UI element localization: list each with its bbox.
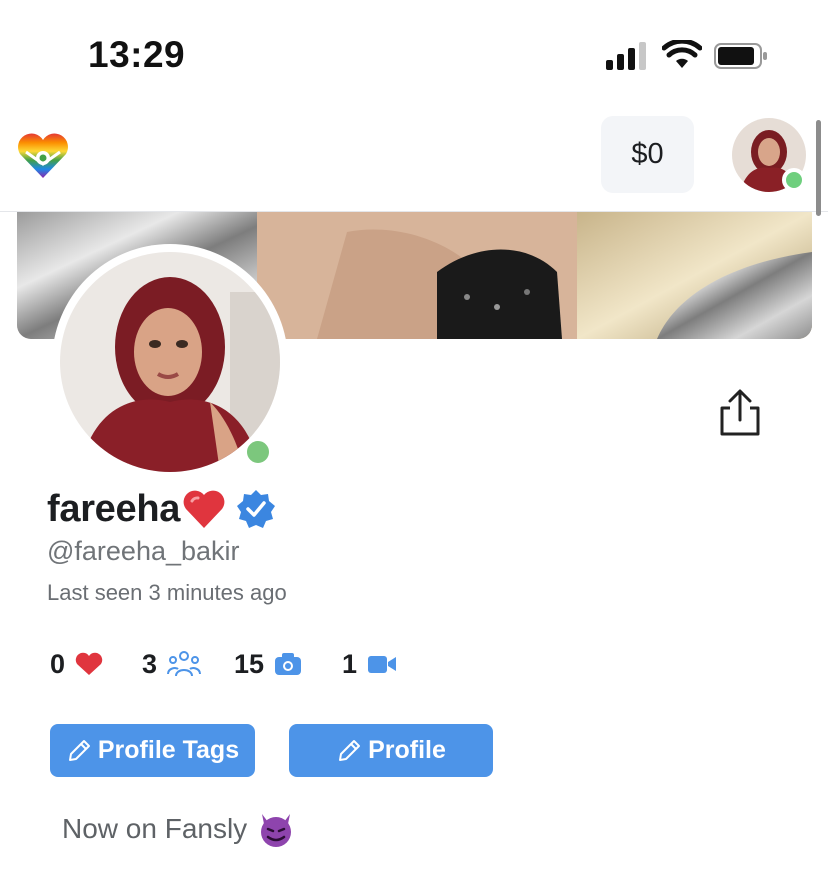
wallet-balance-button[interactable]: $0 bbox=[601, 116, 694, 193]
stat-videos[interactable]: 1 bbox=[342, 644, 397, 684]
stat-followers-count: 3 bbox=[142, 648, 158, 679]
video-icon bbox=[368, 656, 397, 673]
stat-photos[interactable]: 15 bbox=[234, 644, 302, 684]
smiling-devil-emoji-icon bbox=[261, 814, 292, 847]
wifi-icon bbox=[662, 40, 702, 68]
cellular-signal-icon bbox=[606, 42, 646, 70]
status-clock: 13:29 bbox=[88, 34, 186, 75]
nav-online-indicator bbox=[782, 168, 806, 192]
profile-bio: Now on Fansly bbox=[62, 810, 295, 848]
stat-followers[interactable]: 3 bbox=[142, 644, 202, 684]
people-icon bbox=[167, 651, 202, 677]
stat-likes-count: 0 bbox=[50, 648, 66, 679]
edit-profile-tags-label: Profile Tags bbox=[97, 736, 240, 764]
stat-likes[interactable]: 0 bbox=[50, 644, 103, 684]
red-heart-icon bbox=[183, 490, 225, 528]
rainbow-heart-logo-icon[interactable] bbox=[16, 132, 70, 180]
last-seen-status: Last seen 3 minutes ago bbox=[47, 580, 287, 605]
status-bar: 13:29 bbox=[0, 0, 828, 100]
top-nav: $0 bbox=[0, 100, 828, 212]
display-name: fareeha bbox=[47, 487, 181, 530]
pencil-icon bbox=[339, 739, 361, 761]
verified-badge-icon bbox=[237, 490, 276, 528]
edit-profile-button[interactable]: Profile bbox=[289, 724, 493, 777]
scrollbar[interactable] bbox=[816, 120, 821, 216]
stat-videos-count: 1 bbox=[342, 648, 358, 679]
profile-avatar-image bbox=[60, 252, 280, 472]
camera-icon bbox=[275, 653, 302, 675]
username: @fareeha_bakir bbox=[47, 536, 240, 566]
edit-profile-tags-button[interactable]: Profile Tags bbox=[50, 724, 255, 777]
battery-icon bbox=[714, 43, 767, 69]
display-name-row: fareeha bbox=[47, 484, 276, 534]
edit-profile-label: Profile bbox=[368, 736, 446, 764]
pencil-icon bbox=[68, 739, 90, 761]
share-icon[interactable] bbox=[716, 388, 764, 438]
heart-icon bbox=[75, 652, 103, 675]
profile-online-indicator bbox=[243, 437, 273, 467]
stat-photos-count: 15 bbox=[234, 648, 265, 679]
bio-text: Now on Fansly bbox=[62, 813, 248, 844]
